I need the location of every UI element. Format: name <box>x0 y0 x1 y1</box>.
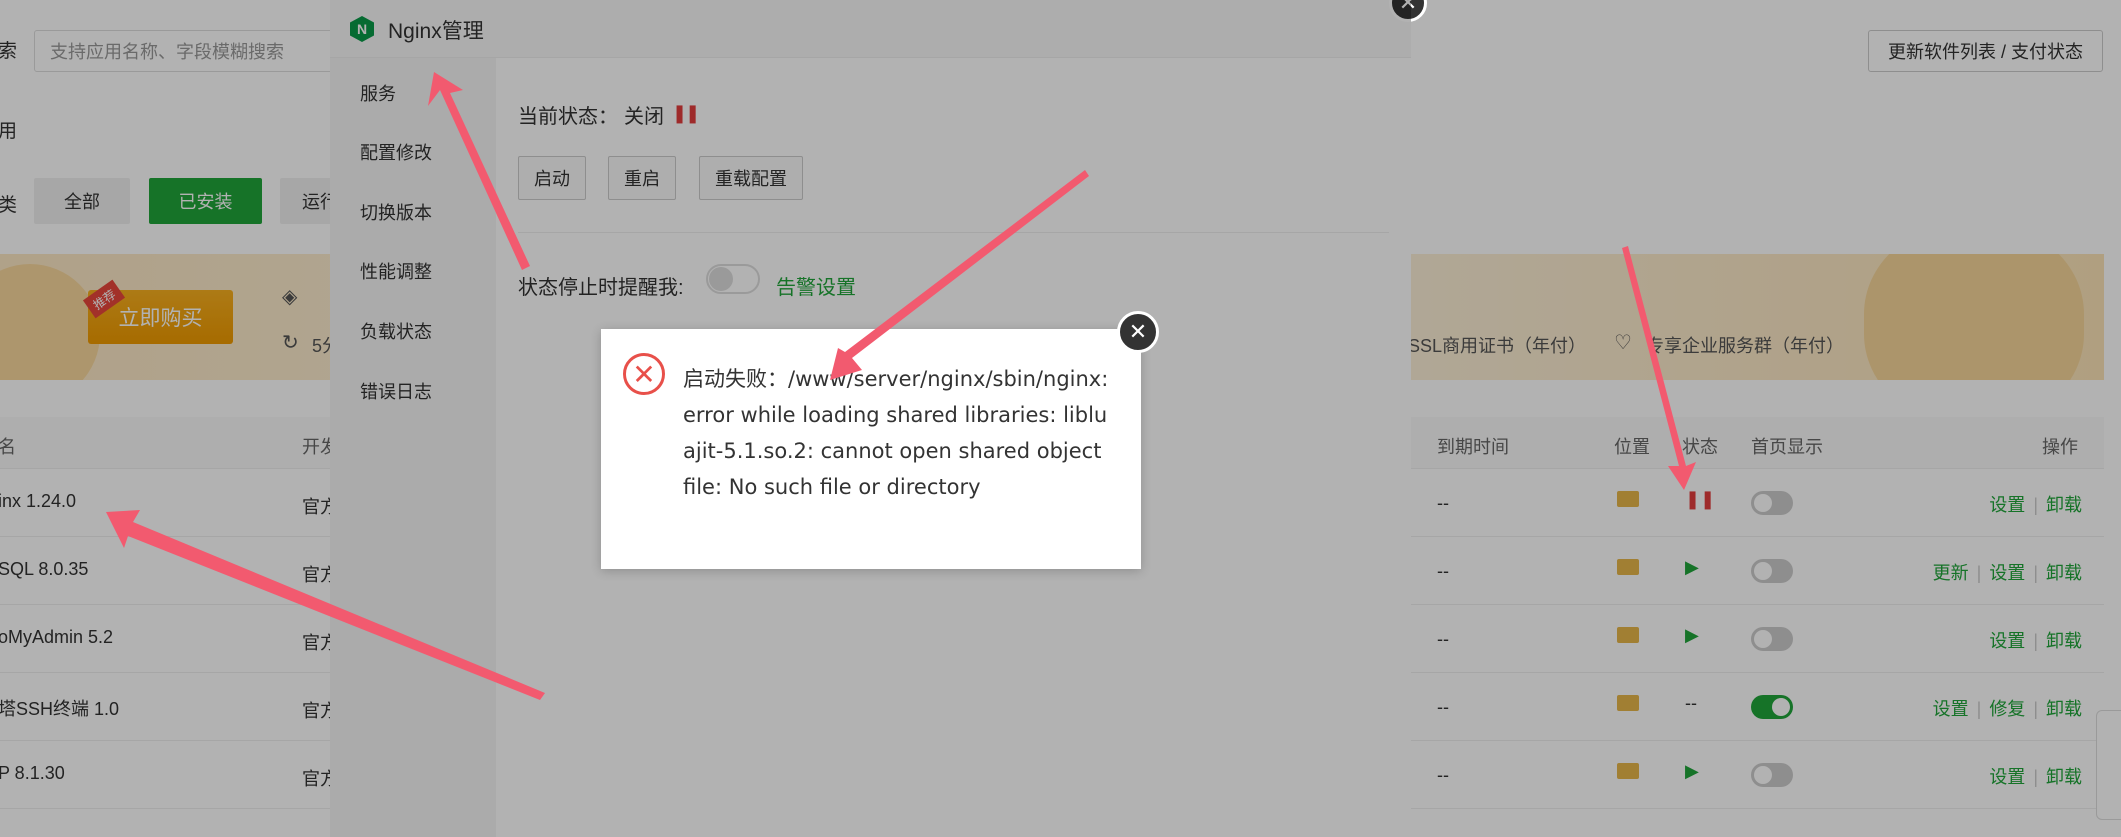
error-close-button[interactable]: ✕ <box>1117 311 1159 353</box>
error-popup: ✕ 启动失败：/www/server/nginx/sbin/nginx: err… <box>601 311 1159 569</box>
error-icon: ✕ <box>623 353 665 395</box>
error-message: 启动失败：/www/server/nginx/sbin/nginx: error… <box>683 367 1109 499</box>
